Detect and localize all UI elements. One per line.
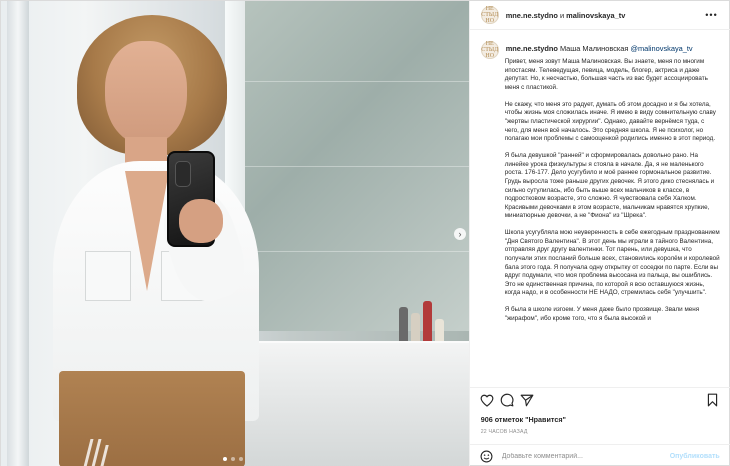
send-icon[interactable] — [519, 392, 535, 408]
post-timestamp[interactable]: 22 часов назад — [481, 429, 528, 435]
caption-paragraph: Я была в школе изгоем. У меня даже было … — [504, 306, 700, 322]
publish-button[interactable]: Опубликовать — [670, 453, 720, 460]
post-dialog: › НЕ СТЫД НО mne.ne.stydno и malinovskaya_… — [0, 0, 730, 466]
post-actions: 906 отметок "Нравится" 22 часов назад Оп… — [469, 387, 730, 466]
post-caption: НЕ СТЫД НО mne.ne.stydno Маша Малиновская … — [470, 31, 730, 387]
post-authors: mne.ne.stydno и malinovskaya_tv — [506, 11, 626, 20]
photo-door-frame — [7, 1, 29, 466]
likes-count[interactable]: 906 отметок "Нравится" — [481, 415, 566, 424]
photo-phone-camera — [175, 161, 191, 187]
bookmark-icon[interactable] — [705, 392, 721, 408]
photo-bottle — [435, 319, 444, 343]
caption-paragraph: Не скажу, что меня это радует, думать об… — [504, 100, 716, 143]
photo-tile-line — [245, 251, 469, 252]
caption-mention[interactable]: @malinovskaya_tv — [630, 44, 692, 53]
author-username[interactable]: mne.ne.stydno — [506, 11, 558, 20]
author-conjunction: и — [559, 10, 565, 20]
post-photo[interactable]: › — [1, 1, 469, 466]
post-header: НЕ СТЫД НО mne.ne.stydno и malinovskaya_tv… — [469, 1, 730, 30]
chevron-right-icon[interactable]: › — [454, 228, 466, 240]
photo-hand — [179, 199, 223, 243]
caption-text: Привет, меня зовут Маша Малиновская. Вы … — [481, 58, 720, 324]
avatar[interactable]: НЕ СТЫД НО — [480, 6, 499, 24]
caption-paragraph: Я была девушкой "ранней" и сформировалас… — [504, 152, 715, 220]
post-side-panel: НЕ СТЫД НО mne.ne.stydno и malinovskaya_tv… — [468, 1, 730, 466]
caption-paragraph: Привет, меня зовут Маша Малиновская. Вы … — [504, 58, 708, 91]
caption-author-line: mne.ne.stydno Маша Малиновская @malinovs… — [506, 44, 693, 53]
photo-face — [105, 41, 187, 145]
photo-bottle — [423, 301, 432, 343]
carousel-dot — [223, 457, 227, 461]
caption-paragraph: Школа усугубляла мою неуверенность в себ… — [504, 229, 720, 297]
comment-input[interactable] — [501, 453, 672, 460]
photo-bottle — [399, 307, 408, 343]
photo-watermark — [83, 437, 115, 466]
photo-tile-line — [245, 81, 469, 82]
comment-icon[interactable] — [499, 392, 515, 408]
more-horizontal-icon[interactable]: ••• — [705, 10, 717, 20]
caption-header: НЕ СТЫД НО mne.ne.stydno Маша Малиновская … — [480, 41, 720, 59]
carousel-dot — [239, 457, 243, 461]
caption-username[interactable]: mne.ne.stydno — [506, 44, 558, 53]
smiley-icon[interactable] — [480, 450, 494, 464]
avatar[interactable]: НЕ СТЫД НО — [480, 41, 499, 59]
caption-name: Маша Малиновская — [559, 44, 629, 53]
photo-shirt-pocket — [85, 251, 131, 301]
photo-bottle — [411, 313, 420, 343]
coauthor-username[interactable]: malinovskaya_tv — [566, 11, 625, 20]
heart-icon[interactable] — [479, 392, 495, 408]
comment-bar: Опубликовать — [469, 444, 730, 466]
carousel-dot — [231, 457, 235, 461]
photo-tile-line — [245, 166, 469, 167]
photo-bathtub — [231, 341, 469, 466]
carousel-dots — [223, 457, 243, 461]
